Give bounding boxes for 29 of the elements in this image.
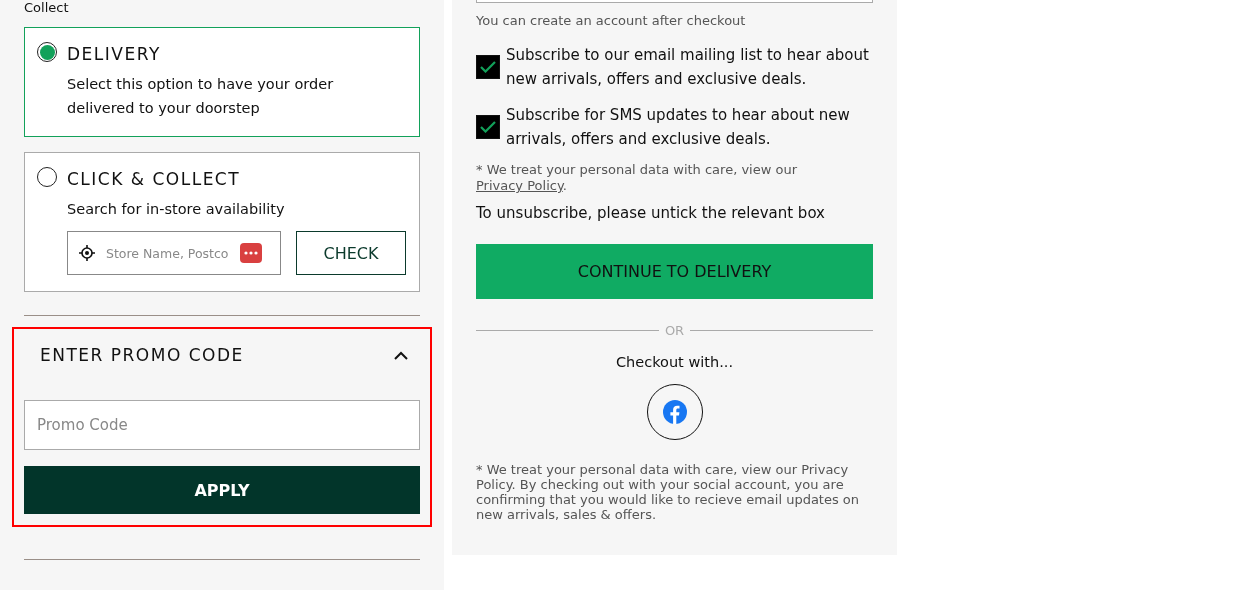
checkbox[interactable] — [476, 115, 500, 139]
facebook-icon — [662, 400, 687, 424]
delivery-option-card[interactable]: CLICK & COLLECT Search for in-store availability Store Name, Postco CHECK — [24, 152, 420, 292]
promo-title[interactable]: ENTER PROMO CODE — [40, 345, 244, 365]
delivery-option-card[interactable]: DELIVERY Select this option to have your order delivered to your doorstep — [24, 27, 420, 137]
continue-button[interactable]: CONTINUE TO DELIVERY — [476, 244, 873, 299]
option-description: Search for in-store availability — [67, 200, 286, 219]
unsubscribe-note: To unsubscribe, please untick the relevant box — [476, 204, 826, 222]
chevron-up-icon[interactable] — [394, 350, 408, 360]
option-title: DELIVERY — [67, 44, 162, 64]
option-description: Select this option to have your order delivered to your doorstep — [67, 75, 335, 118]
social-heading: Checkout with... — [615, 354, 733, 370]
promo-code-field[interactable]: Promo Code — [24, 400, 420, 450]
check-button[interactable]: CHECK — [296, 231, 406, 275]
checkbox[interactable] — [476, 55, 500, 79]
password-manager-icon[interactable] — [240, 243, 262, 263]
apply-button[interactable]: APPLY — [24, 466, 420, 514]
locate-icon — [78, 244, 96, 262]
check-icon — [480, 121, 496, 133]
checkbox-label: Subscribe for SMS updates to hear about new arrivals, offers and exclusive deals. — [506, 105, 851, 150]
privacy-note: * We treat your personal data with care, view our Privacy Policy. — [476, 162, 798, 194]
option-title: CLICK & COLLECT — [67, 169, 242, 189]
or-label: OR — [664, 323, 685, 338]
section-heading: Collect — [24, 0, 70, 15]
account-note: You can create an account after checkout — [476, 13, 747, 28]
checkbox-label: Subscribe to our email mailing list to hear about new arrivals, offers and exclusive deals. — [506, 45, 870, 90]
check-icon — [480, 61, 496, 73]
privacy-policy-link[interactable]: Privacy Policy — [476, 178, 563, 193]
social-disclaimer: * We treat your personal data with care, view our Privacy Policy. By checking out with your social account, you are confirming that you would like to recieve email updates on new arrivals, sales & offers. — [476, 462, 861, 522]
